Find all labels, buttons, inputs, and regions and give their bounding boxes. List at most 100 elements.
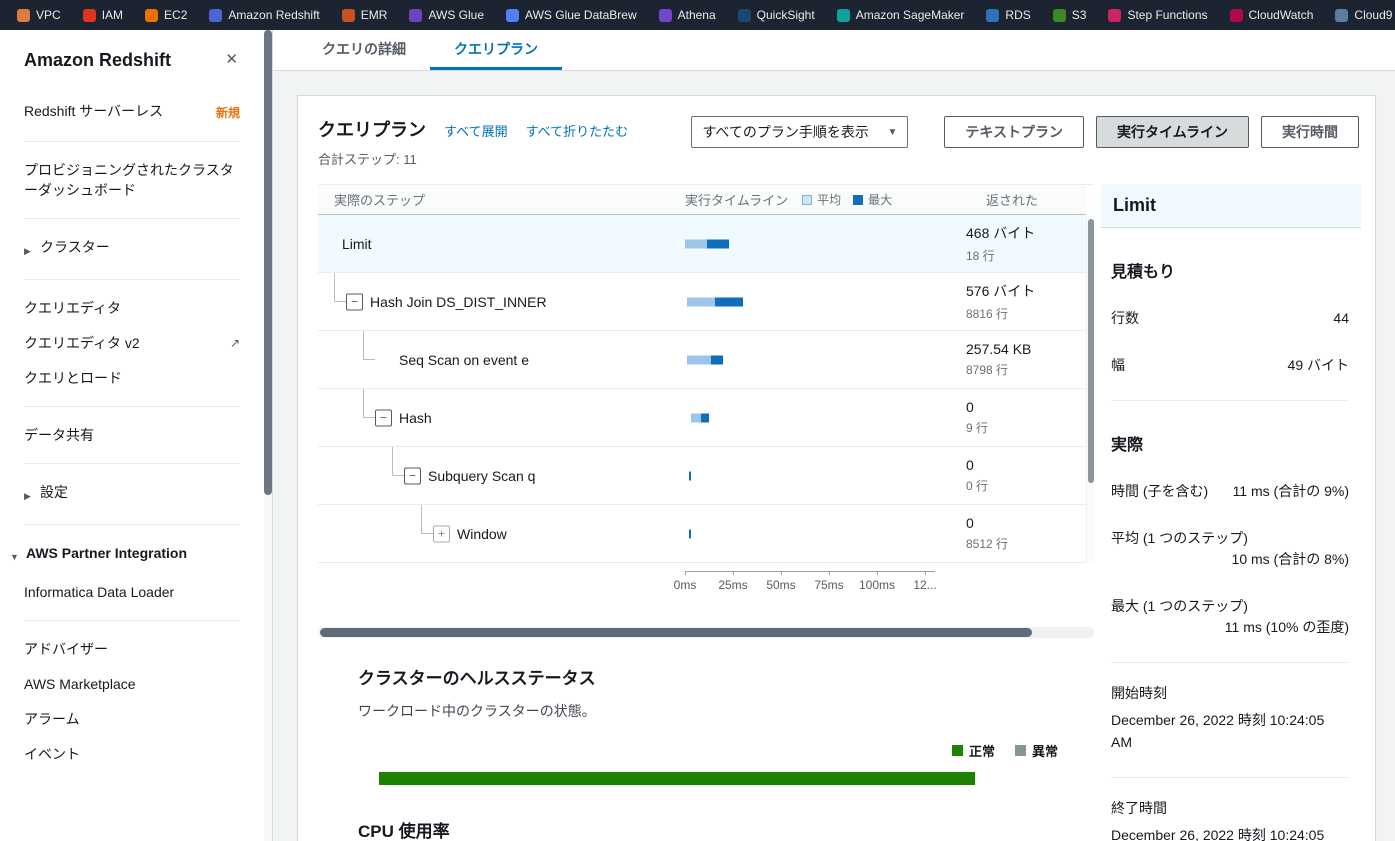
sidebar-item-clusters[interactable]: ▶ クラスター [24, 237, 240, 261]
returned-rows: 0 行 [966, 479, 989, 493]
sidebar-item-datashares[interactable]: データ共有 [24, 425, 240, 445]
bookmark-rds[interactable]: RDS [975, 0, 1041, 30]
bookmark-aws-glue-databrew[interactable]: AWS Glue DataBrew [495, 0, 648, 30]
vpc-icon [17, 8, 30, 22]
sidebar-item-query-editor[interactable]: クエリエディタ [24, 298, 240, 318]
table-vertical-scrollbar[interactable] [1086, 215, 1094, 563]
returned-bytes: 468 バイト [966, 225, 1036, 241]
chevron-right-icon: ▶ [24, 491, 31, 501]
emr-icon [341, 8, 355, 22]
actual-rows: 時間 (子を含む) 11 ms (合計の 9%) 平均 (1 つのステップ) 10 m… [1111, 481, 1349, 638]
divider [1111, 777, 1349, 778]
step-functions-icon [1108, 8, 1122, 22]
execution-time-button[interactable]: 実行時間 [1261, 116, 1359, 148]
sidebar-item-provisioned-clusters-dashboard[interactable]: プロビジョニングされたクラスターダッシュボード [24, 160, 240, 200]
sidebar-item-label: クラスター [40, 239, 110, 255]
table-horizontal-scrollbar-thumb[interactable] [320, 628, 1032, 637]
close-icon[interactable]: ✕ [223, 50, 240, 69]
plan-steps-select[interactable]: すべてのプラン手順を表示 ▼ [691, 116, 909, 148]
s3-icon [1052, 8, 1066, 22]
sidebar-item-label: イベント [24, 746, 80, 762]
tab-query-plan[interactable]: クエリプラン [430, 30, 562, 70]
legend-label: 異常 [1031, 744, 1058, 759]
legend-avg-label: 平均 [817, 193, 842, 207]
sidebar-item-redshift-serverless[interactable]: Redshift サーバーレス 新規 [24, 101, 240, 123]
timeline-cell [673, 389, 946, 446]
sidebar-item-label: Informatica Data Loader [24, 584, 175, 600]
sidebar-scrollbar[interactable] [264, 30, 272, 841]
plan-row-window[interactable]: + Window 0 8512 行 [318, 505, 1086, 563]
axis-tick-label: 50ms [766, 578, 796, 592]
athena-icon [658, 8, 672, 22]
detail-label: 行数 [1111, 310, 1139, 326]
avg-bar [687, 297, 715, 306]
plan-row-hash-join[interactable]: − Hash Join DS_DIST_INNER 576 バイト 8816 行 [318, 273, 1086, 331]
sidebar-item-aws-partner-integration[interactable]: ▼ AWS Partner Integration [10, 543, 240, 567]
timeline-cell [673, 505, 946, 562]
bookmark-label: Cloud9 [1354, 8, 1393, 22]
bookmark-cloudwatch[interactable]: CloudWatch [1219, 0, 1325, 30]
step-detail-panel: Limit 見積もり 行数 44 幅 49 バイト 実際 時間 (子を含む) 11 ms… [1101, 184, 1361, 841]
sidebar-item-events[interactable]: イベント [24, 744, 240, 764]
collapse-all-link[interactable]: すべて折りたたむ [526, 121, 629, 140]
axis-tick [733, 571, 734, 575]
bookmark-quicksight[interactable]: QuickSight [727, 0, 826, 30]
expand-icon[interactable]: + [433, 525, 450, 542]
bookmark-amazon-sagemaker[interactable]: Amazon SageMaker [826, 0, 976, 30]
detail-label: 幅 [1111, 357, 1125, 373]
bookmark-emr[interactable]: EMR [331, 0, 399, 30]
bookmark-athena[interactable]: Athena [648, 0, 727, 30]
tab-query-details[interactable]: クエリの詳細 [298, 30, 430, 70]
collapse-icon[interactable]: − [404, 467, 421, 484]
plan-row-subquery-scan[interactable]: − Subquery Scan q00 行 [318, 447, 1086, 505]
plan-row-limit[interactable]: Limit 468 バイト 18 行 [318, 215, 1086, 273]
divider [24, 141, 240, 142]
bookmark-aws-glue[interactable]: AWS Glue [398, 0, 495, 30]
avg-bar [685, 239, 707, 248]
sidebar-item-query-editor-v2[interactable]: クエリエディタ v2 ↗ [24, 333, 240, 353]
axis-tick-label: 25ms [718, 578, 748, 592]
bookmark-amazon-redshift[interactable]: Amazon Redshift [198, 0, 330, 30]
health-title: クラスターのヘルスステータス [358, 669, 596, 688]
bookmark-cloud9[interactable]: Cloud9 [1324, 0, 1395, 30]
bookmark-ec2[interactable]: EC2 [134, 0, 198, 30]
sidebar-item-label: クエリエディタ [24, 300, 122, 316]
sidebar-scrollbar-thumb[interactable] [264, 30, 272, 495]
step-label: Window [457, 525, 507, 542]
axis-tick [829, 571, 830, 575]
collapse-icon[interactable]: − [346, 293, 363, 310]
divider [1111, 400, 1349, 401]
cpu-title: CPU 使用率 [358, 822, 450, 841]
sidebar-item-advisor[interactable]: アドバイザー [24, 639, 240, 659]
bookmark-vpc[interactable]: VPC [6, 0, 72, 30]
detail-label: 平均 (1 つのステップ) [1111, 530, 1248, 546]
sidebar-item-alarms[interactable]: アラーム [24, 709, 240, 729]
execution-timeline-button[interactable]: 実行タイムライン [1095, 116, 1249, 148]
bookmark-s3[interactable]: S3 [1042, 0, 1098, 30]
avg-bar [687, 355, 711, 364]
sidebar-item-label: プロビジョニングされたクラスターダッシュボード [24, 162, 234, 198]
health-legend: 正常 異常 [358, 741, 1094, 760]
sidebar-item-settings[interactable]: ▶ 設定 [24, 482, 240, 506]
collapse-icon[interactable]: − [375, 409, 392, 426]
text-plan-button[interactable]: テキストプラン [944, 116, 1084, 148]
bookmark-step-functions[interactable]: Step Functions [1097, 0, 1218, 30]
plan-row-hash[interactable]: − Hash 0 9 行 [318, 389, 1086, 447]
column-header-step: 実際のステップ [334, 193, 426, 208]
expand-all-link[interactable]: すべて展開 [444, 121, 508, 140]
table-vertical-scrollbar-thumb[interactable] [1088, 219, 1094, 484]
bookmark-label: AWS Glue DataBrew [525, 8, 637, 22]
returned-rows: 8816 行 [966, 307, 1009, 321]
table-horizontal-scrollbar[interactable] [318, 627, 1094, 638]
bookmark-label: IAM [101, 8, 124, 22]
sidebar-item-aws-marketplace[interactable]: AWS Marketplace [24, 674, 240, 694]
sidebar-item-queries-and-loads[interactable]: クエリとロード [24, 368, 240, 388]
legend-unhealthy: 異常 [1014, 741, 1058, 760]
axis-tick-label: 75ms [814, 578, 844, 592]
plan-steps-select-value: すべてのプラン手順を表示 [702, 124, 869, 140]
bookmark-iam[interactable]: IAM [72, 0, 134, 30]
content-area: クエリプラン すべて展開 すべて折りたたむ 合計ステップ: 11 すべてのプラン… [273, 71, 1395, 841]
external-link-icon: ↗ [229, 336, 240, 350]
sidebar-item-informatica-data-loader[interactable]: Informatica Data Loader [24, 582, 240, 602]
plan-row-seq-scan-event[interactable]: Seq Scan on event e 257.54 KB 8798 行 [318, 331, 1086, 389]
